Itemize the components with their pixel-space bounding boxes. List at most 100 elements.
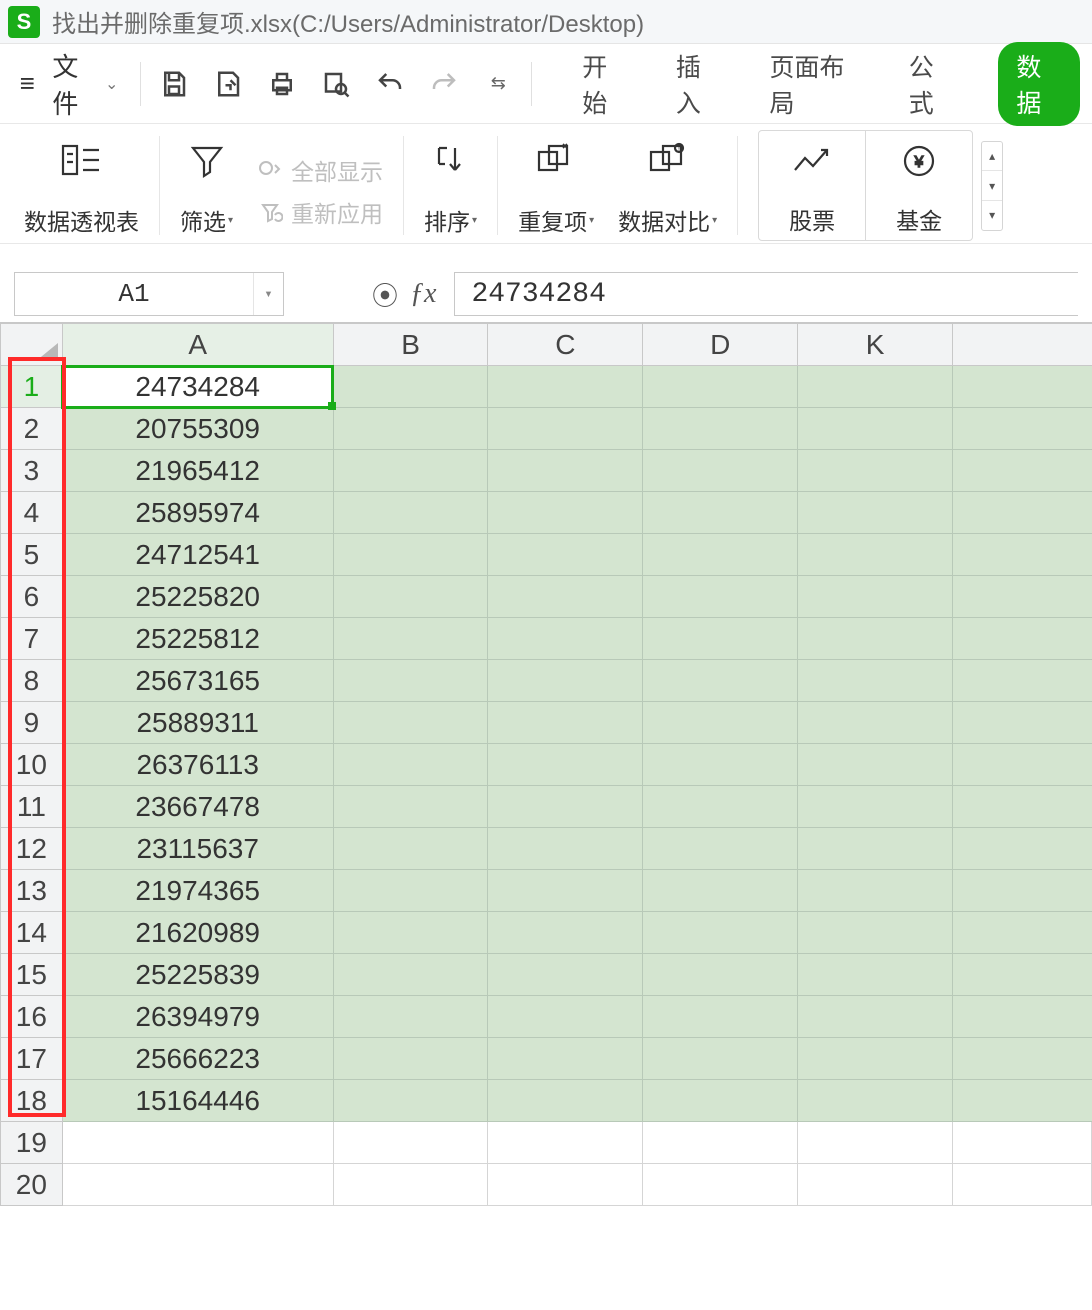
cell-K[interactable]: [798, 1164, 953, 1206]
cell-A[interactable]: 25225812: [62, 618, 333, 660]
cell-D[interactable]: [643, 1038, 798, 1080]
print-icon[interactable]: [265, 67, 299, 101]
cell-D[interactable]: [643, 870, 798, 912]
cell-C[interactable]: [488, 996, 643, 1038]
row-header[interactable]: 19: [1, 1122, 63, 1164]
row-header[interactable]: 1: [1, 366, 63, 408]
row-header[interactable]: 7: [1, 618, 63, 660]
cell-K[interactable]: [798, 786, 953, 828]
row-header[interactable]: 4: [1, 492, 63, 534]
cell-B[interactable]: [333, 366, 488, 408]
cell-D[interactable]: [643, 492, 798, 534]
redo-icon[interactable]: [427, 67, 461, 101]
cell-D[interactable]: [643, 954, 798, 996]
ribbon-pivot[interactable]: 数据透视表: [14, 130, 149, 241]
undo-icon[interactable]: [373, 67, 407, 101]
cell-D[interactable]: [643, 534, 798, 576]
cell-K[interactable]: [798, 492, 953, 534]
cell-K[interactable]: [798, 828, 953, 870]
qat-more-icon[interactable]: ⇆: [481, 67, 515, 101]
spreadsheet-grid[interactable]: A B C D K 124734284220755309321965412425…: [0, 322, 1092, 1206]
cell-A[interactable]: [62, 1122, 333, 1164]
cell-D[interactable]: [643, 366, 798, 408]
cell-C[interactable]: [488, 1038, 643, 1080]
cell-C[interactable]: [488, 660, 643, 702]
tab-layout[interactable]: 页面布局: [766, 42, 865, 126]
cell-B[interactable]: [333, 702, 488, 744]
cell-B[interactable]: [333, 1038, 488, 1080]
cell-A[interactable]: [62, 1164, 333, 1206]
row-header[interactable]: 5: [1, 534, 63, 576]
cell-C[interactable]: [488, 786, 643, 828]
cell-A[interactable]: 24734284: [62, 366, 333, 408]
ribbon-fund[interactable]: ¥ 基金: [866, 131, 972, 240]
row-header[interactable]: 15: [1, 954, 63, 996]
print-preview-icon[interactable]: [319, 67, 353, 101]
cell-C[interactable]: [488, 450, 643, 492]
chevron-down-icon[interactable]: ▾: [253, 273, 283, 315]
cell-C[interactable]: [488, 492, 643, 534]
column-header-C[interactable]: C: [488, 324, 643, 366]
fx-icon[interactable]: ƒx: [410, 278, 436, 310]
cell-B[interactable]: [333, 1122, 488, 1164]
cell-K[interactable]: [798, 1080, 953, 1122]
cell-C[interactable]: [488, 744, 643, 786]
cell-C[interactable]: [488, 576, 643, 618]
column-header-B[interactable]: B: [333, 324, 488, 366]
menu-icon[interactable]: ≡: [12, 68, 42, 99]
ribbon-sort[interactable]: 排序▾: [414, 130, 487, 241]
row-header[interactable]: 6: [1, 576, 63, 618]
cell-A[interactable]: 25666223: [62, 1038, 333, 1080]
cell-K[interactable]: [798, 1122, 953, 1164]
save-as-icon[interactable]: [211, 67, 245, 101]
cell-C[interactable]: [488, 870, 643, 912]
cell-D[interactable]: [643, 786, 798, 828]
cell-D[interactable]: [643, 1122, 798, 1164]
column-header-D[interactable]: D: [643, 324, 798, 366]
cell-K[interactable]: [798, 702, 953, 744]
cell-B[interactable]: [333, 996, 488, 1038]
name-box[interactable]: A1 ▾: [14, 272, 284, 316]
row-header[interactable]: 10: [1, 744, 63, 786]
cell-D[interactable]: [643, 702, 798, 744]
cell-A[interactable]: 21965412: [62, 450, 333, 492]
ribbon-scroll-up[interactable]: ▴: [982, 142, 1002, 172]
row-header[interactable]: 9: [1, 702, 63, 744]
cell-C[interactable]: [488, 912, 643, 954]
cell-K[interactable]: [798, 408, 953, 450]
row-header[interactable]: 20: [1, 1164, 63, 1206]
zoom-icon[interactable]: ⦿: [372, 276, 398, 313]
ribbon-stock[interactable]: 股票: [759, 131, 865, 240]
cell-A[interactable]: 26376113: [62, 744, 333, 786]
cell-C[interactable]: [488, 1080, 643, 1122]
cell-B[interactable]: [333, 744, 488, 786]
cell-K[interactable]: [798, 996, 953, 1038]
cell-D[interactable]: [643, 1164, 798, 1206]
tab-start[interactable]: 开始: [578, 42, 632, 126]
cell-A[interactable]: 23667478: [62, 786, 333, 828]
save-icon[interactable]: [157, 67, 191, 101]
row-header[interactable]: 16: [1, 996, 63, 1038]
ribbon-scroll-down[interactable]: ▾: [982, 171, 1002, 201]
cell-A[interactable]: 25889311: [62, 702, 333, 744]
cell-B[interactable]: [333, 786, 488, 828]
cell-C[interactable]: [488, 366, 643, 408]
cell-C[interactable]: [488, 408, 643, 450]
cell-B[interactable]: [333, 576, 488, 618]
row-header[interactable]: 18: [1, 1080, 63, 1122]
cell-K[interactable]: [798, 1038, 953, 1080]
tab-formula[interactable]: 公式: [905, 42, 959, 126]
cell-A[interactable]: 24712541: [62, 534, 333, 576]
cell-A[interactable]: 25225820: [62, 576, 333, 618]
cell-C[interactable]: [488, 534, 643, 576]
cell-C[interactable]: [488, 1164, 643, 1206]
cell-B[interactable]: [333, 660, 488, 702]
formula-input[interactable]: 24734284: [454, 272, 1078, 316]
cell-K[interactable]: [798, 576, 953, 618]
row-header[interactable]: 3: [1, 450, 63, 492]
row-header[interactable]: 13: [1, 870, 63, 912]
cell-B[interactable]: [333, 492, 488, 534]
cell-A[interactable]: 25225839: [62, 954, 333, 996]
cell-D[interactable]: [643, 996, 798, 1038]
file-menu[interactable]: 文件 ⌄: [46, 43, 124, 125]
